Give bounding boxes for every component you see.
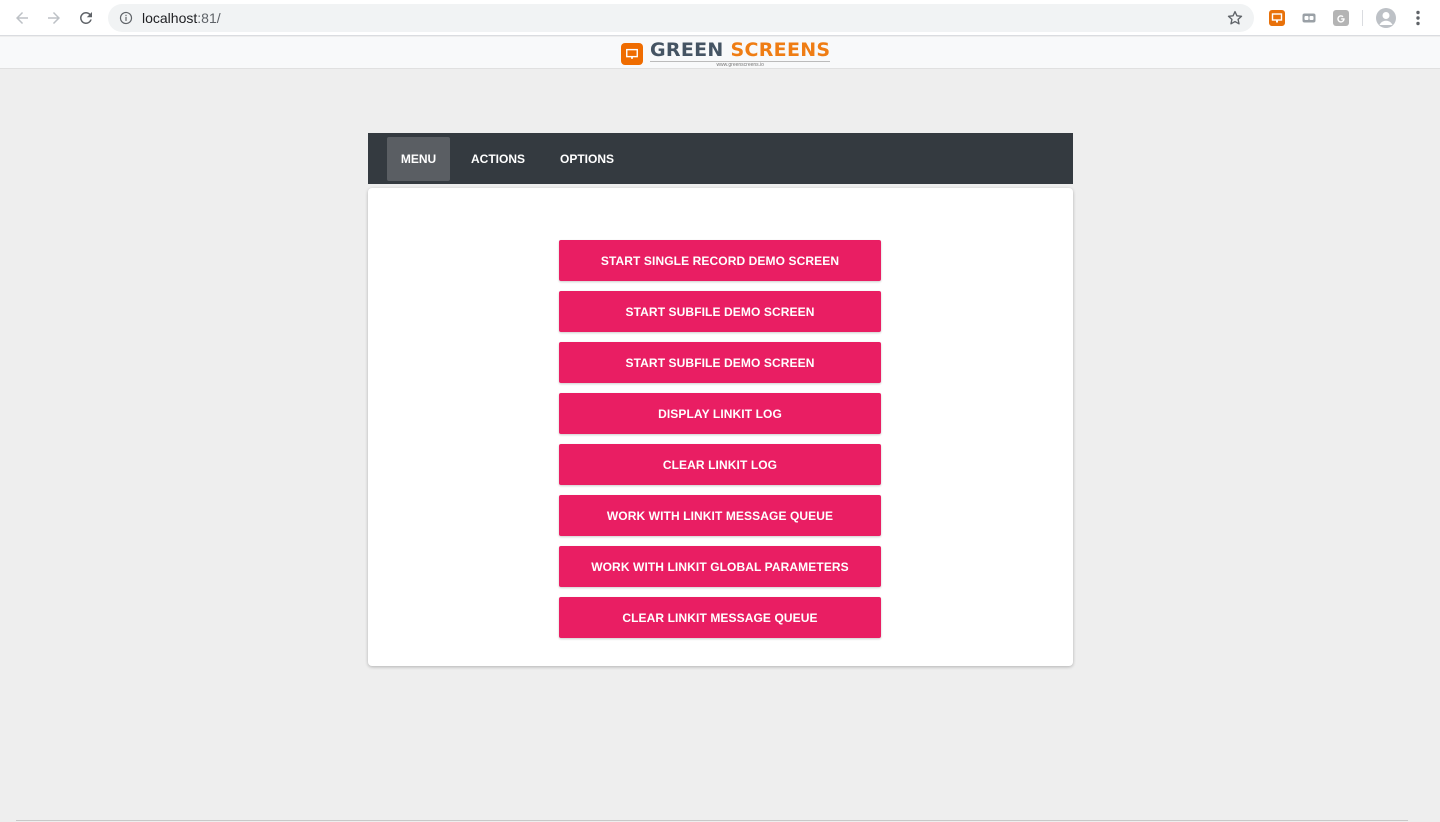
start-subfile-demo-button-2[interactable]: START SUBFILE DEMO SCREEN [559, 342, 881, 383]
reload-icon[interactable] [76, 8, 96, 28]
address-url[interactable]: localhost:81/ [142, 10, 221, 26]
brand-name-part2: SCREENS [723, 39, 831, 61]
page-bottom-divider [16, 820, 1408, 821]
browser-toolbar: localhost:81/ [0, 0, 1440, 36]
clear-linkit-log-button[interactable]: CLEAR LINKIT LOG [559, 444, 881, 485]
work-with-global-parameters-button[interactable]: WORK WITH LINKIT GLOBAL PARAMETERS [559, 546, 881, 587]
more-menu-icon[interactable] [1408, 8, 1428, 28]
profile-avatar-icon[interactable] [1376, 8, 1396, 28]
address-bar[interactable]: localhost:81/ [108, 4, 1254, 32]
app-header: GREEN SCREENS www.greenscreens.io [0, 37, 1440, 69]
work-with-message-queue-button[interactable]: WORK WITH LINKIT MESSAGE QUEUE [559, 495, 881, 536]
url-port: :81/ [197, 10, 221, 26]
display-linkit-log-button[interactable]: DISPLAY LINKIT LOG [559, 393, 881, 434]
back-arrow-icon[interactable] [12, 8, 32, 28]
url-host: localhost [142, 10, 198, 26]
info-icon[interactable] [119, 11, 133, 25]
clear-message-queue-button[interactable]: CLEAR LINKIT MESSAGE QUEUE [559, 597, 881, 638]
monitor-logo-icon [621, 43, 643, 65]
start-subfile-demo-button[interactable]: START SUBFILE DEMO SCREEN [559, 291, 881, 332]
bookmark-star-icon[interactable] [1226, 9, 1244, 27]
forward-arrow-icon[interactable] [44, 8, 64, 28]
main-toolbar: MENU ACTIONS OPTIONS [368, 133, 1073, 184]
toolbar-divider [1362, 10, 1363, 26]
start-single-record-demo-button[interactable]: START SINGLE RECORD DEMO SCREEN [559, 240, 881, 281]
menu-card: START SINGLE RECORD DEMO SCREEN START SU… [368, 188, 1073, 666]
extension-icon[interactable] [1301, 10, 1317, 26]
greenscreens-extension-icon[interactable] [1269, 10, 1285, 26]
brand-tagline: www.greenscreens.io [650, 61, 831, 68]
google-extension-icon[interactable] [1333, 10, 1349, 26]
brand-logo[interactable]: GREEN SCREENS www.greenscreens.io [621, 39, 831, 68]
tab-options[interactable]: OPTIONS [548, 137, 626, 181]
tab-menu[interactable]: MENU [387, 137, 450, 181]
brand-name-part1: GREEN [650, 39, 724, 61]
tab-actions[interactable]: ACTIONS [460, 137, 536, 181]
